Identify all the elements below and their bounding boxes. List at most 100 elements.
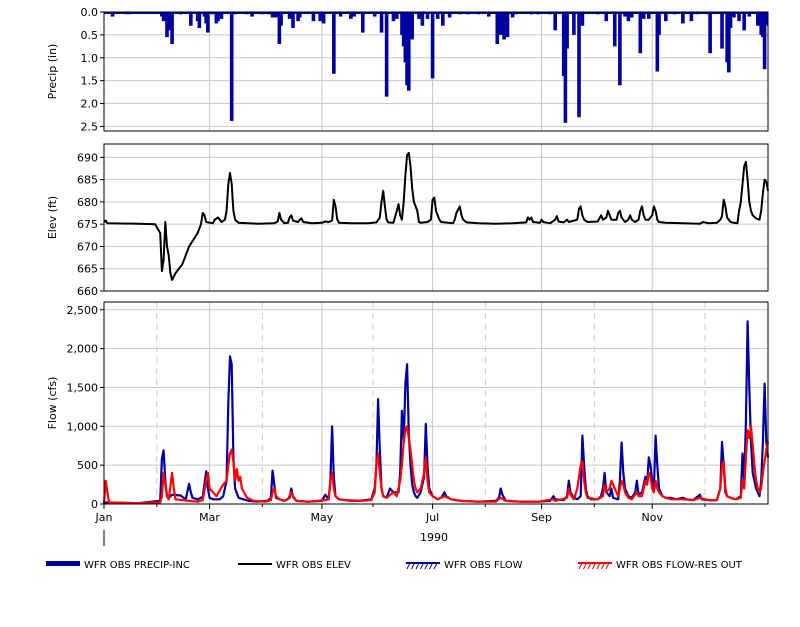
data-point xyxy=(403,441,405,443)
data-point xyxy=(324,499,326,501)
data-point xyxy=(621,442,623,444)
precip-bar xyxy=(728,12,733,29)
data-point xyxy=(168,254,170,256)
data-point xyxy=(222,495,224,497)
data-point xyxy=(232,210,234,212)
data-point xyxy=(329,480,331,482)
data-point xyxy=(758,219,761,221)
data-point xyxy=(649,476,652,478)
data-point xyxy=(478,501,480,503)
data-point xyxy=(748,437,750,439)
data-point xyxy=(203,214,206,216)
y-tick-label: 685 xyxy=(77,174,98,187)
data-point xyxy=(392,491,394,493)
data-point xyxy=(334,205,337,207)
data-point xyxy=(181,263,183,265)
data-point xyxy=(740,201,742,203)
data-point xyxy=(331,472,333,474)
precip-panel: 0.0 0.5 1.0 1.5 2.0 2.5 Precip (in) xyxy=(46,6,769,133)
data-point xyxy=(729,497,732,499)
y-tick-label: 690 xyxy=(77,151,98,164)
y-tick-label: 0.0 xyxy=(81,6,99,19)
data-point xyxy=(649,464,652,466)
data-point xyxy=(163,472,165,474)
data-point xyxy=(745,161,747,163)
data-point xyxy=(529,219,531,221)
data-point xyxy=(466,221,468,223)
data-point xyxy=(226,480,228,482)
data-point xyxy=(231,449,233,451)
y-tick-label: 2.5 xyxy=(81,120,99,133)
precip-bar xyxy=(229,12,234,121)
data-point xyxy=(387,221,389,223)
data-point xyxy=(224,219,226,221)
data-point xyxy=(443,495,446,497)
data-point xyxy=(651,214,653,216)
data-point xyxy=(106,222,108,224)
data-point xyxy=(753,464,756,466)
data-point xyxy=(237,480,240,482)
y-axis-label: Elev (ft) xyxy=(46,196,59,239)
data-point xyxy=(501,494,503,496)
data-point xyxy=(399,480,401,482)
data-point xyxy=(530,216,532,219)
y-tick-label: 1,500 xyxy=(67,381,99,394)
data-point xyxy=(300,217,303,219)
data-point xyxy=(411,187,413,190)
data-point xyxy=(655,210,657,212)
data-point xyxy=(231,363,233,365)
data-point xyxy=(758,491,761,493)
data-point xyxy=(358,500,360,502)
data-point xyxy=(202,212,204,214)
data-point xyxy=(416,497,418,499)
data-point xyxy=(108,501,110,503)
flow-panel: 2,500 2,000 1,500 1,000 500 0 Flow (cfs) xyxy=(46,301,770,511)
data-point xyxy=(586,221,589,223)
precip-bar xyxy=(755,12,760,26)
data-point xyxy=(137,223,139,225)
data-point xyxy=(568,480,570,482)
data-point xyxy=(290,487,292,490)
data-point xyxy=(653,205,655,207)
data-point xyxy=(726,216,728,219)
data-point xyxy=(612,484,614,486)
data-point xyxy=(379,216,381,219)
data-point xyxy=(408,437,410,439)
data-point xyxy=(755,480,757,482)
data-point xyxy=(624,221,626,223)
data-point xyxy=(401,219,403,221)
data-point xyxy=(614,487,616,490)
precip-bar xyxy=(708,12,712,54)
precip-bar xyxy=(384,12,389,97)
legend-label: WFR OBS FLOW-RES OUT xyxy=(616,560,743,571)
data-point xyxy=(682,498,684,500)
y-tick-label: 670 xyxy=(77,240,98,253)
data-point xyxy=(277,220,279,223)
data-point xyxy=(707,222,710,224)
data-point xyxy=(755,217,757,219)
data-point xyxy=(621,480,623,482)
data-point xyxy=(174,498,177,500)
data-point xyxy=(161,495,163,497)
data-point xyxy=(168,498,170,500)
data-point xyxy=(552,495,555,497)
x-tick-label: May xyxy=(311,511,334,524)
data-point xyxy=(532,221,534,223)
data-point xyxy=(460,500,463,502)
data-point xyxy=(432,495,434,497)
data-point xyxy=(205,221,207,223)
data-point xyxy=(636,491,638,493)
data-point xyxy=(525,221,527,223)
data-point xyxy=(401,464,403,466)
data-point xyxy=(569,494,572,496)
precip-bar xyxy=(279,12,283,26)
precip-bar xyxy=(577,12,581,118)
precip-bar xyxy=(553,12,557,31)
y-axis-label: Flow (cfs) xyxy=(46,377,59,430)
data-point xyxy=(478,222,480,224)
data-point xyxy=(397,203,400,205)
data-point xyxy=(622,472,624,474)
data-point xyxy=(191,497,194,499)
data-point xyxy=(747,429,749,431)
data-point xyxy=(661,495,664,497)
